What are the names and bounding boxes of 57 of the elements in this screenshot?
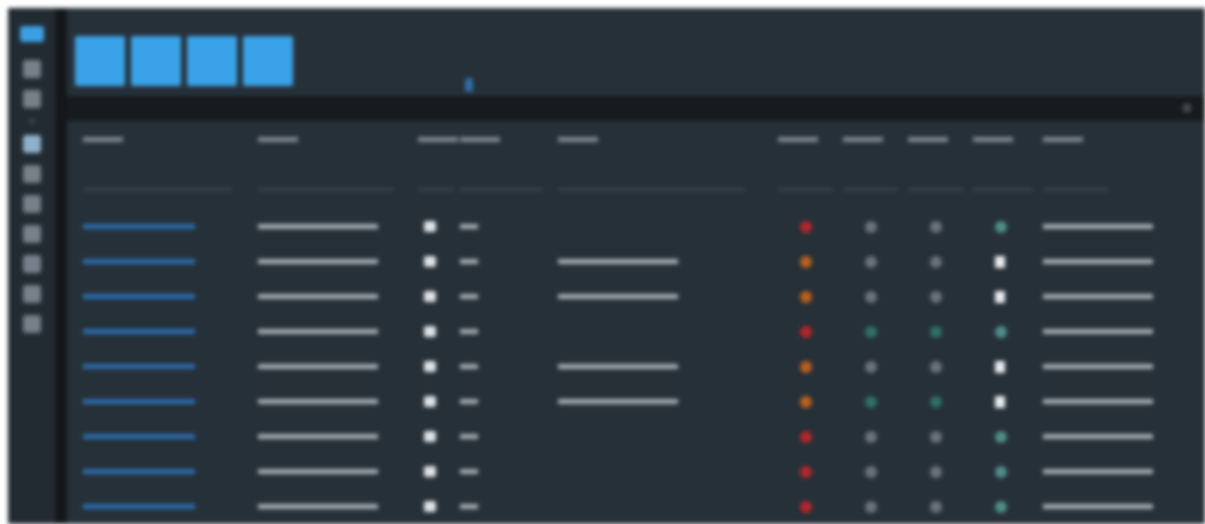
illegible-text: [460, 259, 478, 264]
toolbar-tile[interactable]: [243, 36, 293, 86]
sidebar-item[interactable]: [22, 255, 41, 273]
column-header-illegible: [558, 136, 598, 142]
column-header-illegible: [843, 136, 883, 142]
column-header-illegible: [1043, 136, 1083, 142]
toolbar-tile[interactable]: [75, 36, 125, 86]
illegible-link[interactable]: [83, 399, 195, 404]
column-header-illegible: [778, 136, 818, 142]
toolbar-tile[interactable]: [131, 36, 181, 86]
illegible-text: [460, 364, 478, 369]
square-icon: [424, 221, 436, 232]
illegible-link[interactable]: [83, 364, 195, 369]
column-header-illegible: [460, 136, 500, 142]
square-icon: [424, 326, 436, 337]
sidebar-item[interactable]: [22, 195, 41, 213]
column-header-illegible: [418, 136, 458, 142]
file-icon: [995, 290, 1005, 303]
square-icon: [424, 501, 436, 512]
sidebar-item[interactable]: [22, 285, 41, 303]
sidebar-item[interactable]: [22, 225, 41, 243]
square-icon: [424, 361, 436, 372]
illegible-text: [460, 504, 478, 509]
illegible-text: [460, 469, 478, 474]
sidebar-item[interactable]: [22, 165, 41, 183]
square-icon: [424, 396, 436, 407]
file-icon: [995, 395, 1005, 408]
marker-icon: [465, 78, 473, 92]
illegible-text: [460, 224, 478, 229]
sidebar-item[interactable]: [22, 135, 41, 153]
toolbar-tile[interactable]: [187, 36, 237, 86]
file-icon: [995, 255, 1005, 268]
column-header-illegible: [83, 136, 123, 142]
sidebar-item[interactable]: [22, 315, 41, 333]
column-header-illegible: [973, 136, 1013, 142]
illegible-link[interactable]: [83, 434, 195, 439]
square-icon: [424, 256, 436, 267]
illegible-link[interactable]: [83, 294, 195, 299]
close-icon: [1183, 104, 1191, 113]
column-header-illegible: [258, 136, 298, 142]
illegible-link[interactable]: [83, 469, 195, 474]
illegible-link[interactable]: [83, 259, 195, 264]
illegible-text: [460, 434, 478, 439]
file-icon: [995, 360, 1005, 373]
illegible-link[interactable]: [83, 504, 195, 509]
square-icon: [424, 291, 436, 302]
logo-icon: [19, 26, 44, 42]
illegible-text: [460, 399, 478, 404]
square-icon: [424, 466, 436, 477]
sidebar-item[interactable]: [22, 90, 41, 108]
square-icon: [424, 431, 436, 442]
column-header-illegible: [908, 136, 948, 142]
illegible-text: [460, 294, 478, 299]
illegible-link[interactable]: [83, 329, 195, 334]
illegible-text: [460, 329, 478, 334]
illegible-link[interactable]: [83, 224, 195, 229]
sidebar-item[interactable]: [22, 60, 41, 78]
